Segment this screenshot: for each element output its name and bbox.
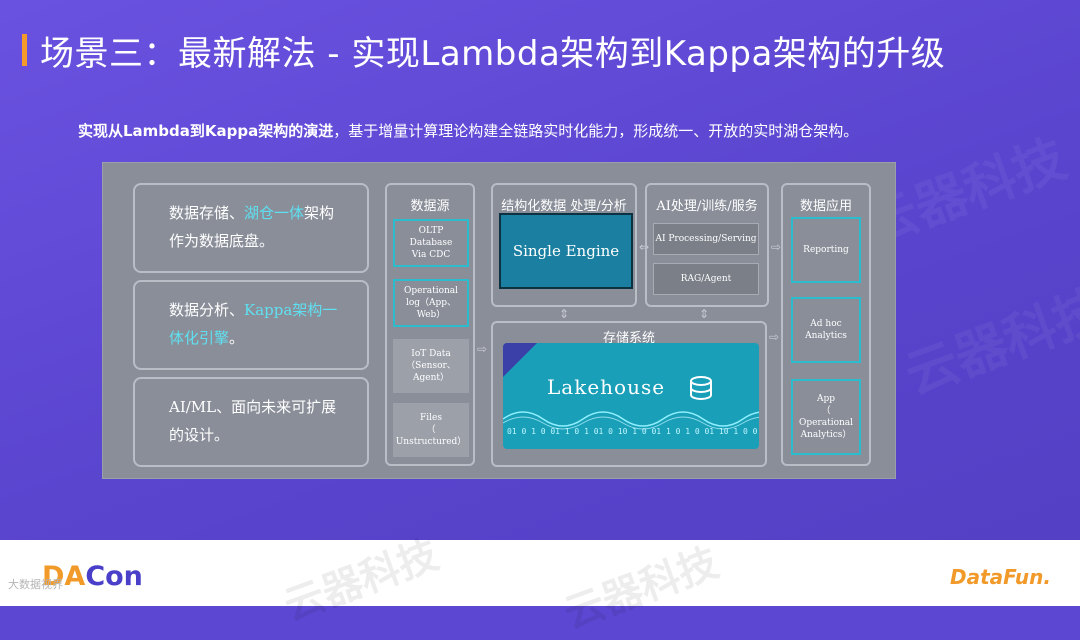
description-box-storage: 数据存储、湖仓一体架构 作为数据底盘。	[133, 183, 369, 273]
app-line: Analytics）	[800, 430, 852, 440]
architecture-panel: 数据存储、湖仓一体架构 作为数据底盘。 数据分析、Kappa架构一 体化引擎。 …	[102, 162, 896, 479]
rag-agent-box: RAG/Agent	[653, 263, 759, 295]
data-sources-column: 数据源 OLTP Database Via CDC Operational log（A…	[385, 183, 475, 466]
desc-highlight: 体化引擎	[169, 329, 230, 347]
footer-watermark-text: 大数据视界	[8, 578, 63, 591]
desc-text: 的设计。	[169, 426, 230, 444]
subtitle-bold: 实现从Lambda到Kappa架构的演进	[78, 122, 334, 140]
app-line: Analytics	[805, 331, 847, 341]
description-box-ai: AI/ML、面向未来可扩展 的设计。	[133, 377, 369, 467]
data-apps-title: 数据应用	[799, 199, 852, 214]
source-line: Unstructured）	[395, 437, 467, 447]
source-oltp: OLTP Database Via CDC	[393, 219, 469, 267]
arrow-right-icon: ⇨	[477, 342, 488, 356]
app-reporting: Reporting	[791, 217, 861, 283]
wave-line	[503, 411, 759, 427]
desc-text: 数据分析、	[169, 301, 245, 319]
footer-bar	[0, 540, 1080, 606]
app-line: App	[816, 394, 836, 404]
app-line: （	[821, 406, 831, 416]
source-line: Files	[420, 413, 442, 423]
title-accent-bar	[22, 34, 27, 66]
description-box-analysis: 数据分析、Kappa架构一 体化引擎。	[133, 280, 369, 370]
arrow-vertical-icon: ⇕	[559, 307, 570, 321]
source-files: Files （ Unstructured）	[393, 403, 469, 457]
source-line: IoT Data	[411, 349, 451, 359]
source-line: Agent）	[412, 373, 449, 383]
app-line: Operational	[798, 418, 854, 428]
datafun-logo: DataFun.	[950, 565, 1051, 589]
arrow-vertical-icon: ⇕	[699, 307, 710, 321]
lakehouse-box: Lakehouse 01 0 1 0 01 1 0 1 01 0 10 1 0 …	[503, 343, 759, 449]
desc-text: 架构	[304, 204, 335, 222]
source-line: Operational	[403, 286, 459, 296]
desc-text: 。	[229, 329, 245, 347]
source-line: （Sensor、	[406, 361, 456, 371]
source-line: （	[426, 425, 436, 435]
dacon-logo-part2: Con	[85, 561, 143, 592]
desc-text: 作为数据底盘。	[169, 232, 275, 250]
page-title: 场景三：最新解法 - 实现Lambda架构到Kappa架构的升级	[40, 34, 946, 74]
app-line: Reporting	[803, 245, 849, 255]
data-sources-title: 数据源	[410, 199, 450, 214]
subtitle-rest: ，基于增量计算理论构建全链路实时化能力，形成统一、开放的实时湖仓架构。	[333, 122, 859, 140]
source-line: Web）	[416, 310, 446, 320]
arrow-right-icon: ⇨	[771, 240, 782, 254]
ai-column: AI处理/训练/服务 AI Processing/Serving RAG/Age…	[645, 183, 769, 307]
ai-processing-box: AI Processing/Serving	[653, 223, 759, 255]
source-line: Via CDC	[411, 250, 451, 260]
desc-highlight: Kappa架构一	[244, 301, 338, 319]
app-line: Ad hoc	[810, 319, 842, 329]
storage-column: 存储系统 Lakehouse 01 0 1 0 01 1 0 1 01 0 10…	[491, 321, 767, 467]
binary-pattern: 01 0 1 0 01 1 0 1 01 0 10 1 0 01 1 0 1 0…	[507, 427, 757, 436]
app-operational: App （ Operational Analytics）	[791, 379, 861, 455]
app-adhoc: Ad hoc Analytics	[791, 297, 861, 363]
source-line: log（App、	[405, 298, 457, 308]
ai-title: AI处理/训练/服务	[656, 199, 758, 214]
structured-data-column: 结构化数据 处理/分析 Single Engine	[491, 183, 637, 307]
structured-data-title: 结构化数据 处理/分析	[501, 199, 627, 214]
single-engine-box: Single Engine	[499, 213, 633, 289]
source-line: OLTP	[418, 226, 444, 236]
source-line: Database	[409, 238, 453, 248]
source-iot-data: IoT Data （Sensor、 Agent）	[393, 339, 469, 393]
desc-highlight: 湖仓一体	[244, 204, 305, 222]
subtitle: 实现从Lambda到Kappa架构的演进，基于增量计算理论构建全链路实时化能力，…	[78, 120, 858, 141]
database-icon	[690, 376, 712, 400]
desc-text: AI/ML、面向未来可扩展	[169, 398, 337, 416]
arrow-right-icon: ⇨	[769, 330, 780, 344]
data-apps-column: 数据应用 Reporting Ad hoc Analytics App （ Opera…	[781, 183, 871, 466]
source-operational-log: Operational log（App、 Web）	[393, 279, 469, 327]
desc-text: 数据存储、	[169, 204, 245, 222]
